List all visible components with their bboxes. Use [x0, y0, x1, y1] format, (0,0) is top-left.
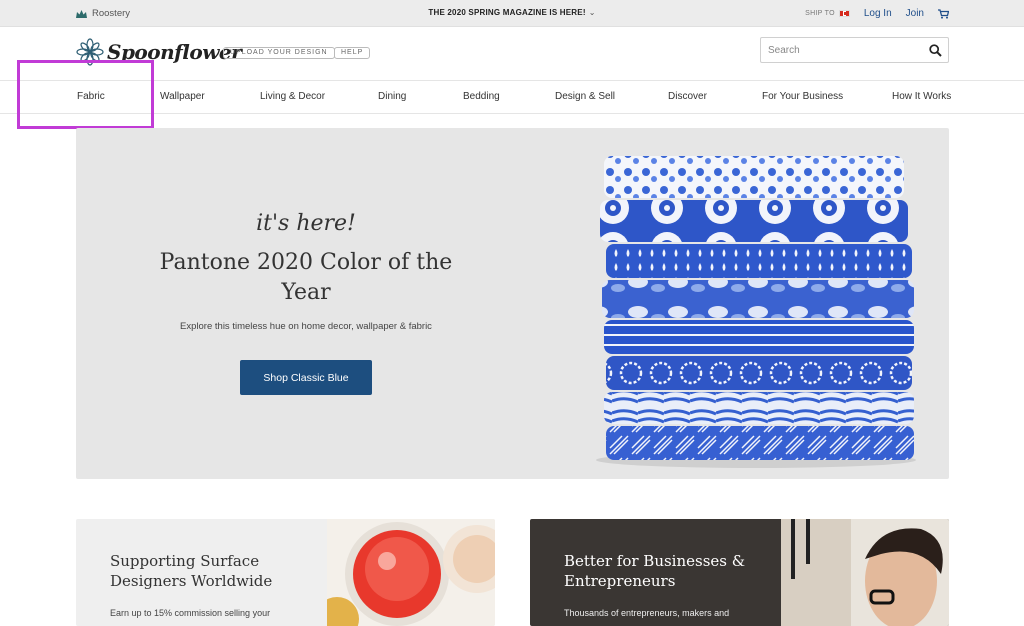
fabric-stack-image	[596, 156, 916, 468]
join-link[interactable]: Join	[906, 8, 924, 19]
ship-to-selector[interactable]: SHIP TO	[805, 10, 850, 17]
top-utility-bar: Roostery THE 2020 SPRING MAGAZINE IS HER…	[0, 0, 1024, 27]
cart-icon[interactable]	[938, 8, 949, 19]
login-link[interactable]: Log In	[864, 8, 892, 19]
nav-item-discover[interactable]: Discover	[668, 91, 707, 102]
nav-item-living-decor[interactable]: Living & Decor	[260, 91, 325, 102]
chevron-down-icon: ⌄	[588, 8, 596, 17]
nav-item-dining[interactable]: Dining	[378, 91, 406, 102]
upload-design-button[interactable]: UPLOAD YOUR DESIGN	[223, 47, 335, 59]
search-input[interactable]	[768, 44, 928, 56]
hero-subtitle: Explore this timeless hue on home decor,…	[180, 321, 432, 332]
ship-to-label: SHIP TO	[805, 10, 835, 17]
search-box	[760, 37, 949, 63]
search-icon[interactable]	[929, 44, 942, 57]
fabric-highlight-box	[17, 60, 154, 129]
card-text: Thousands of entrepreneurs, makers and	[564, 608, 730, 618]
nav-item-for-your-business[interactable]: For Your Business	[762, 91, 843, 102]
promo-text: THE 2020 SPRING MAGAZINE IS HERE!	[428, 8, 586, 17]
hero-script-text: it's here!	[256, 211, 356, 236]
shop-classic-blue-button[interactable]: Shop Classic Blue	[240, 360, 372, 395]
nav-item-wallpaper[interactable]: Wallpaper	[160, 91, 205, 102]
card-title: Supporting Surface Designers Worldwide	[110, 552, 273, 590]
hero-banner: it's here! Pantone 2020 Color of the Yea…	[76, 128, 949, 479]
hero-title: Pantone 2020 Color of the Year	[159, 250, 453, 305]
card-title: Better for Businesses & Entrepreneurs	[564, 552, 746, 590]
nav-item-bedding[interactable]: Bedding	[463, 91, 500, 102]
nav-item-how-it-works[interactable]: How It Works	[892, 91, 951, 102]
person-photo-image	[781, 519, 949, 626]
card-surface-designers[interactable]: Supporting Surface Designers Worldwide E…	[76, 519, 495, 626]
canada-flag-icon	[838, 10, 850, 17]
card-businesses[interactable]: Better for Businesses & Entrepreneurs Th…	[530, 519, 949, 626]
paint-jars-image	[327, 519, 495, 626]
nav-item-design-sell[interactable]: Design & Sell	[555, 91, 615, 102]
help-button[interactable]: HELP	[334, 47, 371, 59]
card-text: Earn up to 15% commission selling your	[110, 608, 271, 618]
